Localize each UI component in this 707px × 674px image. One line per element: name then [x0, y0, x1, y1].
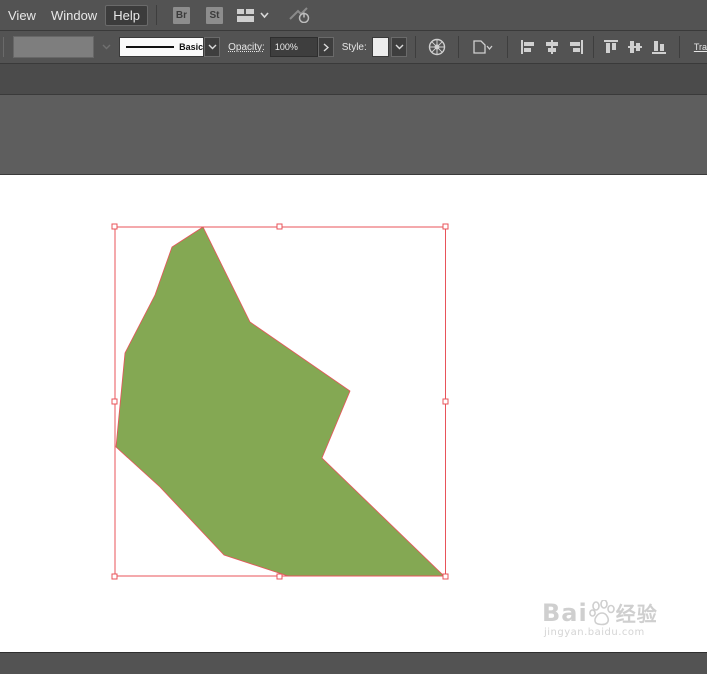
- opacity-input[interactable]: 100%: [269, 37, 318, 57]
- selection-handle-bottom-center[interactable]: [276, 573, 283, 580]
- menu-separator: [155, 5, 157, 25]
- recolor-artwork-icon[interactable]: [428, 38, 446, 56]
- menu-window[interactable]: Window: [44, 5, 104, 26]
- stroke-preview: [126, 46, 175, 48]
- graphic-style-dropdown[interactable]: [391, 37, 408, 57]
- selection-handle-middle-left[interactable]: [111, 398, 118, 405]
- canvas-svg: [111, 223, 449, 580]
- transform-link[interactable]: Tra: [694, 42, 707, 52]
- baidu-watermark: Bai 经验 jingyan.baidu.com: [542, 598, 658, 639]
- align-right-icon[interactable]: [568, 39, 584, 55]
- selection-handle-top-center[interactable]: [276, 223, 283, 230]
- stroke-profile-select[interactable]: Basic: [119, 37, 205, 57]
- selection-handle-bottom-left[interactable]: [111, 573, 118, 580]
- artboard[interactable]: [0, 174, 707, 653]
- stock-button[interactable]: St: [205, 6, 223, 24]
- align-horizontal-center-icon[interactable]: [544, 39, 560, 55]
- control-separator: [507, 36, 509, 58]
- align-top-icon[interactable]: [603, 39, 619, 55]
- selection-handle-top-right[interactable]: [442, 223, 449, 230]
- panel-grip[interactable]: [3, 37, 7, 57]
- selection-handle-middle-right[interactable]: [442, 398, 449, 405]
- control-bar: Basic Opacity: 100% Style: Tra: [0, 31, 707, 64]
- fill-color-swatch[interactable]: [12, 36, 95, 58]
- menu-view[interactable]: View: [1, 5, 43, 26]
- selection-handle-bottom-right[interactable]: [442, 573, 449, 580]
- opacity-expand-button[interactable]: [317, 37, 334, 57]
- graphic-style-swatch[interactable]: [371, 37, 390, 57]
- watermark-brand-left: Bai: [542, 598, 588, 627]
- align-left-icon[interactable]: [520, 39, 536, 55]
- align-vertical-center-icon[interactable]: [627, 39, 643, 55]
- control-separator: [678, 36, 680, 58]
- align-to-icon[interactable]: [471, 39, 495, 55]
- stroke-profile-dropdown[interactable]: [204, 37, 221, 57]
- gpu-performance-icon[interactable]: [289, 7, 311, 23]
- green-polygon-shape[interactable]: [115, 226, 445, 577]
- control-separator: [415, 36, 417, 58]
- style-label: Style:: [341, 41, 367, 53]
- watermark-brand-right: 经验: [615, 602, 658, 626]
- control-separator: [593, 36, 594, 58]
- workspace-layout-icon[interactable]: [236, 8, 254, 22]
- menu-help[interactable]: Help: [105, 4, 148, 26]
- menu-bar: View Window Help Br St: [0, 0, 707, 31]
- paw-icon: [588, 599, 615, 626]
- watermark-url: jingyan.baidu.com: [544, 627, 645, 638]
- selection-handle-top-left[interactable]: [111, 223, 118, 230]
- stroke-profile-label: Basic: [179, 42, 204, 52]
- chevron-down-icon[interactable]: [260, 11, 269, 19]
- chevron-down-icon[interactable]: [102, 42, 111, 52]
- align-bottom-icon[interactable]: [651, 39, 667, 55]
- opacity-label[interactable]: Opacity:: [228, 42, 265, 53]
- bridge-button[interactable]: Br: [172, 6, 190, 24]
- document-tab-strip: [0, 64, 707, 95]
- status-bar: [0, 652, 707, 674]
- control-separator: [458, 36, 460, 58]
